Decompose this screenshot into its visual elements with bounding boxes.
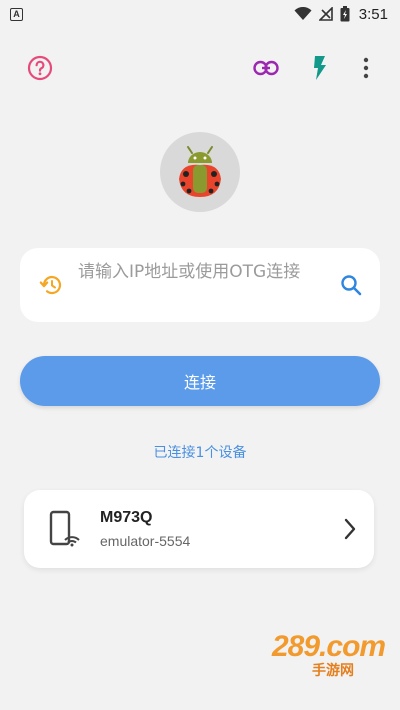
- status-indicators: 3:51: [294, 6, 388, 23]
- status-bar: A 3:51: [0, 0, 400, 28]
- app-notification-icon: A: [10, 7, 23, 21]
- chevron-right-icon: [340, 516, 360, 542]
- app-logo: [160, 132, 240, 212]
- history-icon: [39, 276, 62, 295]
- watermark-logo: 289.com 手游网: [232, 630, 386, 680]
- connected-devices-status[interactable]: 已连接1个设备: [0, 442, 400, 462]
- device-name: M973Q: [100, 509, 153, 526]
- ip-input-card: [20, 248, 380, 322]
- more-vert-icon: [363, 57, 369, 79]
- no-signal-icon: [318, 7, 333, 21]
- search-button[interactable]: [338, 272, 364, 298]
- ip-address-input[interactable]: [78, 260, 328, 310]
- link-icon: [253, 60, 279, 76]
- flash-button[interactable]: [306, 54, 334, 82]
- device-info: M973Q emulator-5554: [100, 509, 340, 549]
- watermark-brand: 289.com: [272, 630, 386, 663]
- more-options-button[interactable]: [352, 54, 380, 82]
- help-button[interactable]: [26, 54, 54, 82]
- link-button[interactable]: [252, 54, 280, 82]
- device-icon-wrap: [48, 509, 82, 549]
- history-button[interactable]: [38, 272, 64, 298]
- watermark-sub: 手游网: [312, 663, 354, 679]
- ladybug-android-icon: [179, 146, 221, 197]
- wifi-icon: [294, 7, 312, 20]
- phone-wifi-icon: [49, 510, 80, 547]
- battery-charging-icon: [340, 6, 350, 22]
- search-icon: [341, 275, 362, 296]
- flash-icon: [314, 56, 326, 80]
- toolbar: [0, 48, 400, 88]
- device-serial: emulator-5554: [100, 533, 191, 549]
- connect-button[interactable]: 连接: [20, 356, 380, 406]
- help-icon: [27, 55, 53, 81]
- device-list-item[interactable]: M973Q emulator-5554: [24, 490, 374, 568]
- status-time: 3:51: [358, 5, 388, 23]
